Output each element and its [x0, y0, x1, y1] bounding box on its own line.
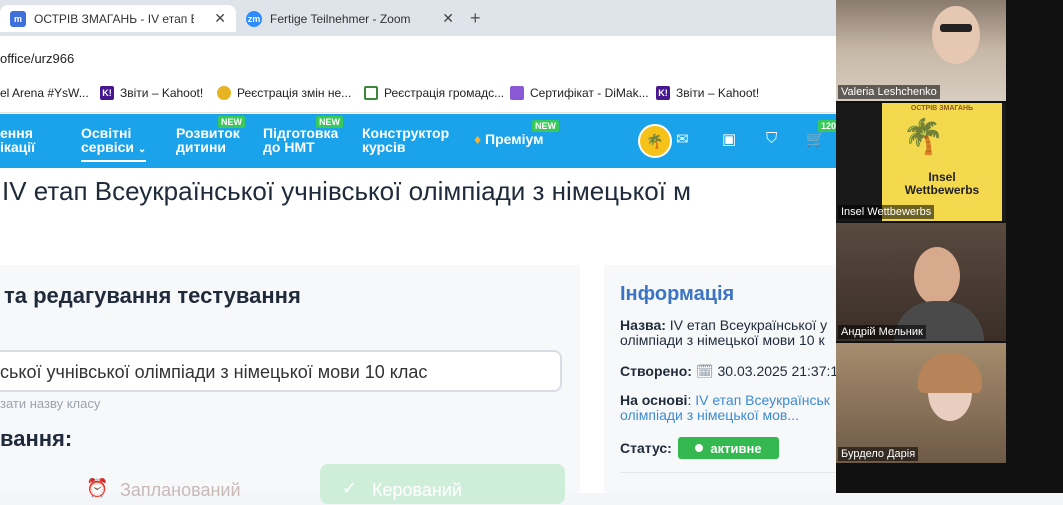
bookmark-label: Реєстрація змін не... [237, 86, 352, 100]
bookmark-label: Реєстрація громадс... [384, 86, 505, 100]
bookmark-label: Звіти – Kahoot! [120, 86, 204, 100]
class-name-value: ської учнівської олімпіади з німецької м… [0, 362, 428, 382]
participant-name: Андрій Мельник [838, 325, 926, 339]
chat-icon[interactable]: ▣ [722, 130, 736, 148]
close-tab-icon[interactable]: ✕ [214, 10, 226, 27]
kahoot-icon: K! [656, 86, 670, 100]
bookmark-label: el Arena #YsW... [0, 86, 89, 100]
participant-tile[interactable]: Андрій Мельник [836, 223, 1006, 341]
info-title: Інформація [620, 283, 735, 305]
url-field[interactable]: office/urz966 [0, 51, 74, 66]
participant-name: Insel Wettbewerbs [838, 205, 935, 219]
page-title: IV етап Всеукраїнської учнівської олімпі… [2, 176, 692, 206]
avatar[interactable]: 🌴 [638, 124, 672, 158]
bookmark-item[interactable]: K! Звіти – Kahoot! [100, 86, 203, 100]
participant-hair [918, 353, 982, 393]
bookmark-label: Звіти – Kahoot! [676, 86, 760, 100]
bookmark-item[interactable]: Реєстрація змін не... [217, 86, 351, 100]
participant-tile[interactable]: Valeria Leshchenko [836, 0, 1006, 101]
participant-tile[interactable]: ОСТРІВ ЗМАГАНЬ 🌴 Insel Wettbewerbs Insel … [836, 103, 1006, 221]
bookmark-item[interactable]: Сертифікат - DiMak... [510, 86, 649, 100]
bookmark-item[interactable]: Реєстрація громадс... [364, 86, 504, 100]
tab-title: Fertige Teilnehmer - Zoom [270, 11, 411, 26]
nav-item-edu-services[interactable]: Освітні сервіси ⌄ [81, 126, 147, 162]
new-badge: NEW [218, 116, 245, 128]
mail-icon[interactable]: ✉ [676, 130, 689, 148]
participant-name: Valeria Leshchenko [838, 85, 940, 99]
kahoot-icon: K! [100, 86, 114, 100]
calendar-icon: 🗓 [695, 363, 714, 379]
test-type-heading: вання: [0, 426, 73, 451]
info-based-row: На основі: IV етап Всеукраїнськ олімпіад… [620, 392, 830, 423]
diamond-icon: ♦ [474, 131, 482, 147]
grid-icon [364, 86, 378, 100]
planned-label: Запланований [120, 480, 241, 500]
participant-video [932, 6, 980, 64]
nav-item-premium[interactable]: ♦ Преміум [474, 132, 543, 146]
new-badge: NEW [532, 120, 559, 132]
browser-tab-olympiad[interactable]: m ОСТРІВ ЗМАГАНЬ - IV етап Все ✕ [0, 5, 236, 32]
input-hint: зати назву класу [0, 396, 101, 411]
cart-icon[interactable]: 🛒 [806, 130, 825, 148]
zoom-favicon-icon: zm [246, 10, 262, 27]
info-name-row: Назва: IV етап Всеукраїнської у олімпіад… [620, 317, 828, 348]
bookmark-label: Сертифікат - DiMak... [530, 86, 649, 100]
alarm-clock-icon: ⏰ [86, 478, 109, 498]
nav-item-child-development[interactable]: Розвиток дитини [176, 126, 240, 154]
based-on-link[interactable]: IV етап Всеукраїнськ [695, 392, 830, 408]
certificate-icon [510, 86, 524, 100]
bookmark-item[interactable]: K! Звіти – Kahoot! [656, 86, 759, 100]
nav-item-publications[interactable]: ення ікації [0, 126, 35, 154]
new-tab-button[interactable]: + [470, 8, 481, 29]
participant-tile[interactable]: Бурдело Дарія [836, 343, 1006, 463]
close-tab-icon[interactable]: ✕ [442, 10, 454, 27]
chevron-down-icon: ⌄ [137, 144, 147, 155]
address-bar [0, 36, 836, 78]
bookmark-icon[interactable]: ⛉ [766, 130, 777, 147]
status-dot-icon [695, 444, 704, 452]
nav-item-nmt-prep[interactable]: Підготовка до НМТ [263, 126, 338, 154]
info-created-row: Створено: 🗓 30.03.2025 21:37:16 [620, 363, 846, 379]
status-badge: активне [678, 437, 779, 459]
controlled-label: Керований [372, 480, 462, 500]
browser-tab-zoom[interactable]: zm Fertige Teilnehmer - Zoom ✕ [236, 5, 464, 32]
new-badge: NEW [316, 116, 343, 128]
palm-tree-icon: 🌴 [902, 118, 945, 156]
bookmark-item[interactable]: el Arena #YsW... [0, 86, 89, 100]
glasses-icon [940, 24, 972, 32]
card-title: та редагування тестування [4, 283, 301, 308]
poster-logo: ОСТРІВ ЗМАГАНЬ 🌴 Insel Wettbewerbs [882, 103, 1002, 221]
wand-icon: ✓ [342, 478, 358, 498]
participant-name: Бурдело Дарія [838, 447, 919, 461]
nav-item-course-builder[interactable]: Конструктор курсів [362, 126, 449, 154]
participant-video [914, 247, 960, 305]
gear-icon [217, 86, 231, 100]
info-status-label: Статус: [620, 440, 672, 456]
tab-title: ОСТРІВ ЗМАГАНЬ - IV етап Все [34, 11, 194, 26]
site-favicon-icon: m [10, 10, 26, 27]
